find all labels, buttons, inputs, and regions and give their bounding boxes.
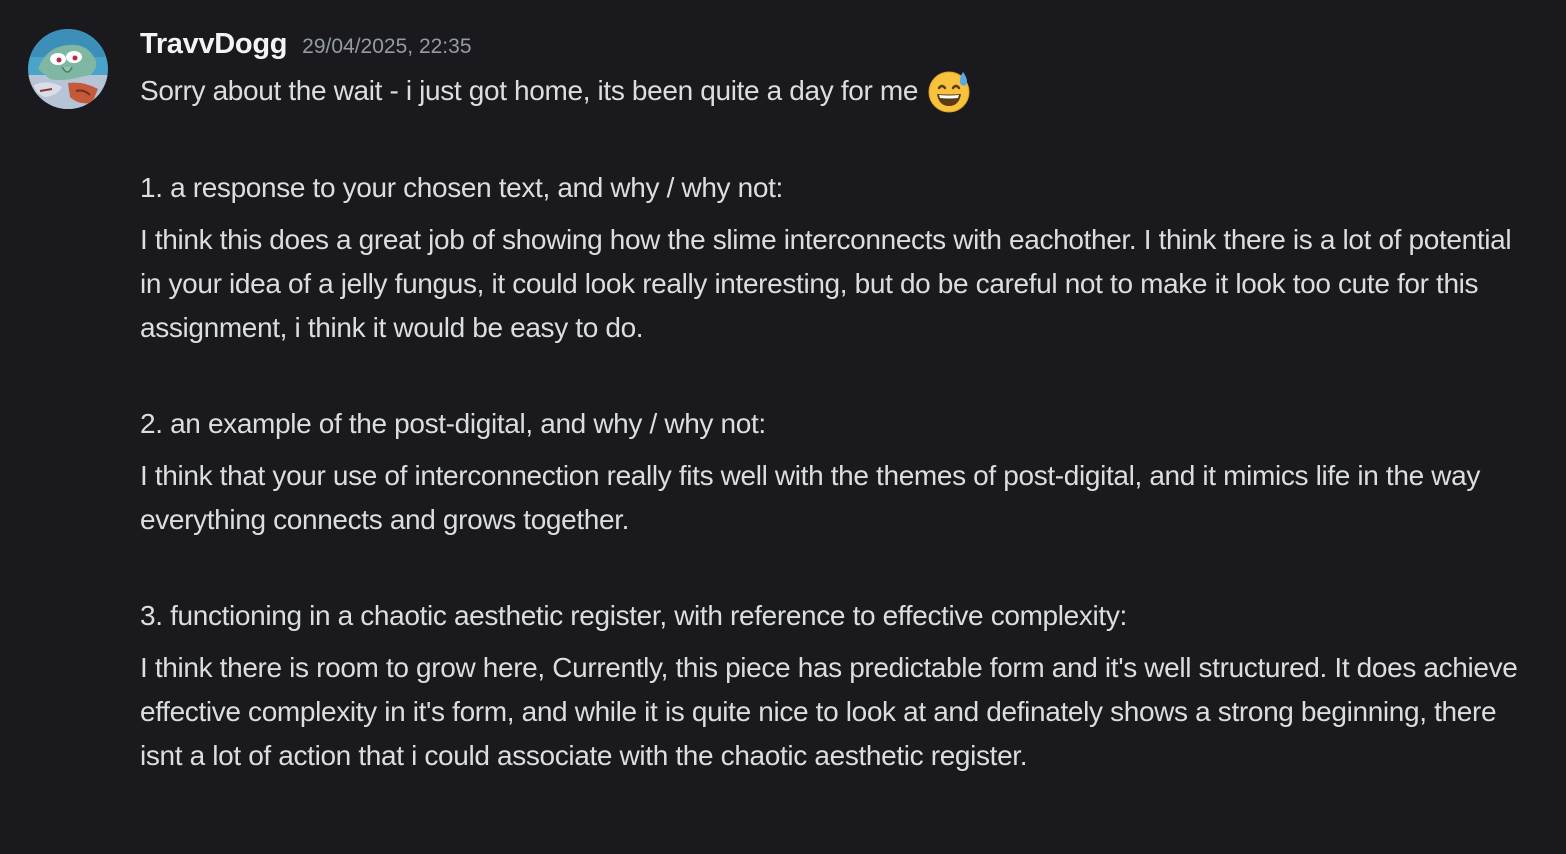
message-content: Sorry about the wait - i just got home, …: [140, 68, 1540, 778]
message-first-line: Sorry about the wait - i just got home, …: [140, 68, 1540, 114]
message-first-line-text: Sorry about the wait - i just got home, …: [140, 75, 919, 106]
section-3-body: I think there is room to grow here, Curr…: [140, 652, 1518, 771]
section-1-body: I think this does a great job of showing…: [140, 224, 1512, 343]
message-header: TravvDogg 29/04/2025, 22:35: [140, 28, 472, 68]
section-2-title: 2. an example of the post-digital, and w…: [140, 408, 766, 439]
section-2-body: I think that your use of interconnection…: [140, 460, 1480, 535]
chat-message: TravvDogg 29/04/2025, 22:35 Sorry about …: [0, 0, 1566, 854]
avatar[interactable]: [28, 29, 108, 109]
grinning-face-with-sweat-emoji-icon: [928, 71, 970, 113]
section-1-title: 1. a response to your chosen text, and w…: [140, 172, 783, 203]
timestamp[interactable]: 29/04/2025, 22:35: [302, 35, 471, 59]
username[interactable]: TravvDogg: [140, 28, 287, 61]
cartoon-character-avatar-icon: [28, 29, 108, 109]
section-3-title: 3. functioning in a chaotic aesthetic re…: [140, 600, 1127, 631]
